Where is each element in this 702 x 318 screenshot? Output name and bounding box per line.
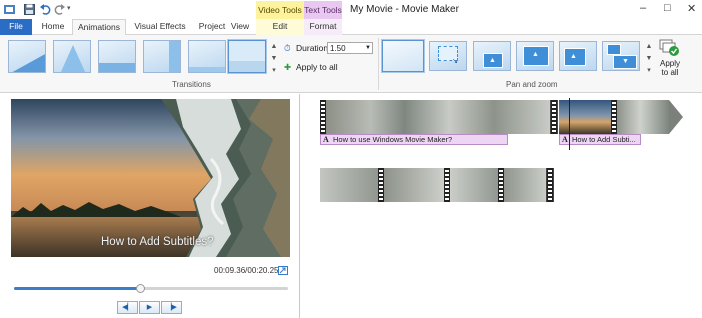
duration-label: Duration: [296,43,331,53]
text-tools-label: Text Tools [304,1,342,20]
maximize-icon[interactable]: □ [664,2,671,14]
pan-zoom-up[interactable]: ▲ [473,41,511,71]
transition-marker[interactable] [550,100,558,134]
apply-all-pan-zoom-button[interactable]: Apply to all [656,39,684,79]
video-tools-label: Video Tools [256,1,304,20]
clip-strip-4-end [546,168,554,202]
apply-check-icon [659,39,679,56]
app-icon [4,4,15,15]
pan-zoom-more[interactable]: ▾ [645,66,653,76]
caption-1-text: How to use Windows Movie Maker? [333,135,453,144]
transitions-group-label: Transitions [172,80,211,89]
ribbon: ▲ ▼ ▾ ⏱ Duration: 1.50 ▼ ✚ Apply to all … [0,35,702,93]
timecode: 00:09.36/00:20.25 [214,266,279,275]
transition-wipe[interactable] [143,40,181,73]
pan-zoom-left[interactable]: ▲ [559,41,597,71]
previous-frame-icon[interactable]: ◀▏ [117,301,138,314]
text-caption-icon: A [562,135,568,144]
transition-fade[interactable] [188,40,226,73]
play-icon[interactable]: ▶ [139,301,160,314]
seek-bar-thumb[interactable] [136,284,145,293]
transitions-scroll-up[interactable]: ▲ [270,42,278,52]
title-bar: ▾ Video Tools Text Tools My Movie - Movi… [0,0,702,20]
tab-home[interactable]: Home [38,19,68,35]
customize-toolbar-icon[interactable]: ▾ [67,4,78,15]
tab-visual-effects[interactable]: Visual Effects [130,19,190,35]
pan-zoom-scroll-down[interactable]: ▼ [645,54,653,64]
clip-strip-3[interactable] [617,100,669,134]
redo-icon[interactable] [54,4,65,15]
transition-triangle[interactable] [53,40,91,73]
playhead[interactable] [569,98,570,150]
pan-zoom-down[interactable]: ▼ [602,41,640,71]
pan-zoom-group-label: Pan and zoom [506,80,558,89]
transitions-scroll-down[interactable]: ▼ [270,54,278,64]
pan-zoom-none[interactable] [382,40,424,72]
apply-all-transitions-icon: ✚ [284,62,292,72]
transition-slide[interactable] [98,40,136,73]
tab-animations[interactable]: Animations [72,19,126,36]
pan-zoom-scroll-up[interactable]: ▲ [645,42,653,52]
strip-end-arrow [669,100,683,134]
duration-select[interactable]: 1.50 ▼ [327,42,373,54]
clip-strip-1[interactable] [320,100,550,134]
transition-crossfade[interactable] [228,40,266,73]
close-icon[interactable]: ✕ [687,2,696,15]
pan-zoom-automatic[interactable]: ↘ [429,41,467,71]
caption-2[interactable]: A How to Add Subti... [559,134,641,145]
tab-file[interactable]: File [0,19,32,35]
apply-all-pan-zoom-label: Apply to all [659,59,680,77]
ribbon-separator [378,38,379,90]
caption-2-text: How to Add Subti... [572,135,636,144]
storyboard: A How to use Windows Movie Maker? A How … [301,94,702,318]
minimize-icon[interactable]: – [640,2,646,14]
video-preview[interactable]: How to Add Subtitles? [11,99,290,257]
preview-pane: How to Add Subtitles? 00:09.36/00:20.25 … [0,94,300,318]
transition-diagonal[interactable] [8,40,46,73]
undo-icon[interactable] [40,4,51,15]
duration-icon: ⏱ [284,43,291,53]
clip-strip-4[interactable] [320,168,550,202]
transitions-more[interactable]: ▾ [270,66,278,76]
duration-value: 1.50 [330,44,346,53]
tab-view[interactable]: View [226,19,254,35]
caption-1[interactable]: A How to use Windows Movie Maker? [320,134,508,145]
chevron-down-icon: ▼ [365,45,371,51]
text-caption-icon: A [323,135,329,144]
next-frame-icon[interactable]: ▕▶ [161,301,182,314]
clip-strip-2[interactable] [559,100,617,134]
save-icon[interactable] [24,4,35,15]
pan-zoom-center[interactable]: ▲ [516,41,554,71]
ribbon-tabs: File Home Animations Visual Effects Proj… [0,19,702,36]
apply-all-transitions-button[interactable]: Apply to all [296,62,338,72]
window-title: My Movie - Movie Maker [350,4,459,15]
seek-bar-progress [14,287,140,290]
tab-edit[interactable]: Edit [256,19,304,35]
video-subtitle: How to Add Subtitles? [101,236,214,248]
tab-format[interactable]: Format [304,19,342,35]
fullscreen-icon[interactable] [278,266,288,275]
